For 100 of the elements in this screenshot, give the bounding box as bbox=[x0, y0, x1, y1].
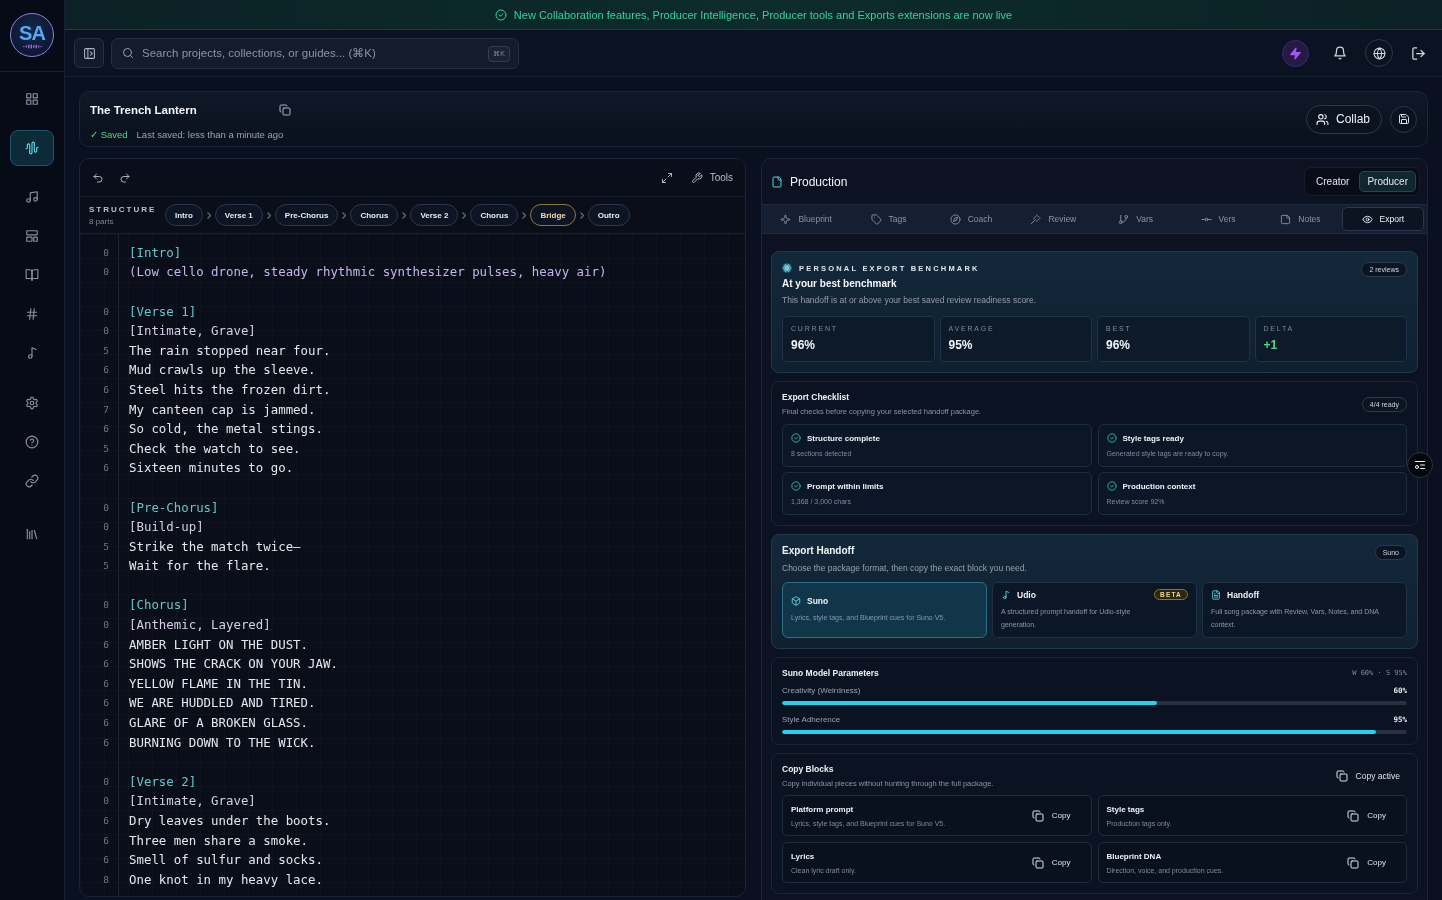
document-icon bbox=[1211, 589, 1221, 600]
music-icon bbox=[25, 190, 39, 204]
line-number: 6 bbox=[103, 697, 109, 710]
lyric-line: AMBER LIGHT ON THE DUST. bbox=[129, 636, 309, 653]
banner-text: New Collaboration features, Producer Intelligence, Producer tools and Exports extensions are now live bbox=[513, 8, 1013, 21]
line-number: 5 bbox=[103, 442, 109, 455]
slider-track[interactable] bbox=[782, 701, 1407, 705]
users-icon bbox=[1315, 112, 1329, 126]
save-button[interactable] bbox=[1390, 105, 1417, 133]
lyric-line: The rain stopped near four. bbox=[129, 342, 331, 359]
card-title: Copy Blocks bbox=[782, 764, 835, 774]
line-number: 0 bbox=[103, 619, 109, 632]
logo[interactable]: SA bbox=[10, 13, 54, 57]
copy-icon bbox=[1335, 770, 1348, 782]
magic-wand-icon bbox=[1030, 213, 1042, 225]
logout-icon bbox=[1411, 45, 1426, 61]
line-number: 6 bbox=[103, 854, 109, 867]
chevron-icon bbox=[402, 211, 407, 219]
chevron-icon bbox=[462, 211, 467, 219]
section-chip[interactable]: Outro bbox=[587, 204, 630, 226]
section-chip[interactable]: Chorus bbox=[350, 204, 399, 226]
nav-button[interactable] bbox=[10, 130, 54, 166]
settings-icon bbox=[25, 396, 39, 410]
stat-value: 95% bbox=[948, 338, 974, 352]
copy-button[interactable]: Copy bbox=[1031, 851, 1083, 874]
line-number: 0 bbox=[103, 795, 109, 808]
lyric-line: Three men share a smoke. bbox=[129, 832, 309, 849]
tab[interactable]: Tags bbox=[847, 207, 930, 231]
section-heading: [Pre-Chorus] bbox=[129, 499, 219, 516]
section-heading: [Verse 1] bbox=[129, 303, 197, 320]
line-number: 8 bbox=[103, 873, 109, 886]
section-chip[interactable]: Verse 2 bbox=[410, 204, 459, 226]
tab[interactable]: Blueprint bbox=[765, 207, 848, 231]
benchmark-description: This handoff is at or above your best saved review readiness score. bbox=[782, 295, 1037, 305]
line-number: 6 bbox=[103, 383, 109, 396]
tab[interactable]: Vars bbox=[1094, 207, 1177, 231]
section-chip[interactable]: Bridge bbox=[530, 204, 576, 226]
wrench-icon bbox=[690, 171, 703, 184]
lyric-line: SHOWS THE CRACK ON YOUR JAW. bbox=[129, 656, 338, 673]
copy-button[interactable]: Copy bbox=[1347, 804, 1398, 827]
lyric-line: WE ARE HUDDLED AND TIRED. bbox=[129, 695, 316, 712]
redo-icon bbox=[119, 171, 131, 184]
collab-button[interactable]: Collab bbox=[1305, 104, 1382, 134]
line-number: 0 bbox=[103, 521, 109, 534]
atom-icon bbox=[782, 263, 792, 273]
mode-button[interactable]: Creator bbox=[1308, 171, 1358, 192]
help-icon bbox=[25, 435, 39, 449]
layout-icon bbox=[25, 229, 39, 243]
tab[interactable]: Vers bbox=[1176, 207, 1260, 231]
chevron-icon bbox=[206, 211, 211, 219]
section-chip[interactable]: Chorus bbox=[470, 204, 519, 226]
lyric-line: One knot in my heavy lace. bbox=[129, 871, 323, 888]
stat-value: 96% bbox=[791, 338, 817, 352]
copy-button[interactable]: Copy bbox=[1031, 804, 1083, 827]
copy-icon bbox=[1031, 856, 1044, 869]
tab[interactable]: Notes bbox=[1259, 207, 1342, 231]
copy-icon bbox=[1347, 809, 1360, 822]
benchmark-title: At your best benchmark bbox=[782, 278, 898, 289]
format-name: Handoff bbox=[1227, 589, 1260, 600]
block-title: Lyrics bbox=[791, 851, 816, 861]
project-title: The Trench Lantern bbox=[90, 103, 198, 116]
tools-button[interactable]: Tools bbox=[688, 166, 735, 189]
save-status: ✓ Saved bbox=[90, 128, 128, 140]
line-number: 0 bbox=[103, 246, 109, 259]
lyric-line: Steel hits the frozen dirt. bbox=[129, 381, 331, 398]
copy-icon bbox=[1347, 856, 1360, 869]
copy-button[interactable]: Copy bbox=[1347, 851, 1398, 874]
section-heading: [Verse 2] bbox=[129, 773, 197, 790]
music-note-icon bbox=[25, 346, 39, 360]
lightning-button[interactable] bbox=[1282, 39, 1309, 67]
lyric-line: GLARE OF A BROKEN GLASS. bbox=[129, 715, 309, 732]
section-chip[interactable]: Verse 1 bbox=[214, 204, 263, 226]
section-chip[interactable]: Intro bbox=[165, 204, 203, 226]
page-icon bbox=[1280, 213, 1292, 225]
tab[interactable]: Review bbox=[1012, 207, 1095, 231]
checklist-title: Structure complete bbox=[807, 433, 880, 443]
lyric-line: So cold, the metal stings. bbox=[129, 421, 323, 438]
tab[interactable]: Export bbox=[1341, 207, 1424, 231]
expand-icon bbox=[660, 171, 673, 184]
line-number: 6 bbox=[103, 717, 109, 730]
mode-button[interactable]: Producer bbox=[1359, 171, 1416, 192]
copy-active-button[interactable]: Copy active bbox=[1335, 765, 1407, 787]
stat-value: +1 bbox=[1263, 338, 1279, 352]
checklist-title: Prompt within limits bbox=[807, 481, 884, 491]
line-number: 0 bbox=[103, 266, 109, 279]
panel-icon bbox=[82, 46, 96, 60]
sidebar-toggle-button[interactable] bbox=[74, 38, 104, 68]
tab[interactable]: Coach bbox=[929, 207, 1013, 231]
line-number: 6 bbox=[103, 423, 109, 436]
grid-icon bbox=[25, 92, 39, 106]
cue-line: [Build-up] bbox=[129, 519, 204, 536]
cue-line: [Intimate, Grave] bbox=[129, 793, 256, 810]
chevron-icon bbox=[522, 211, 527, 219]
file-icon bbox=[771, 175, 783, 188]
eye-icon bbox=[1361, 213, 1373, 225]
line-number: 0 bbox=[103, 599, 109, 612]
section-chip[interactable]: Pre-Chorus bbox=[274, 204, 339, 226]
stat-value: 96% bbox=[1106, 338, 1132, 352]
hash-icon bbox=[25, 307, 39, 321]
copy-icon bbox=[1031, 809, 1044, 822]
